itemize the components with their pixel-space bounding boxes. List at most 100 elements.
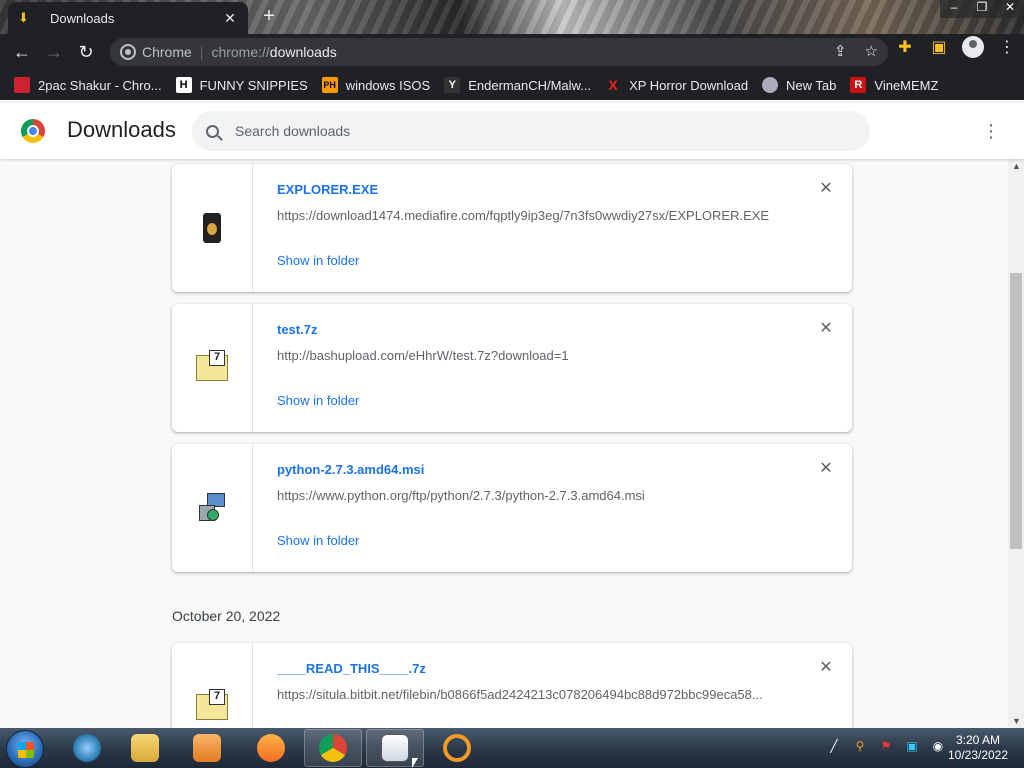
reload-button[interactable]: ↻ (70, 36, 102, 68)
address-separator: | (199, 44, 204, 60)
profile-avatar[interactable] (962, 36, 984, 58)
taskbar-search[interactable] (428, 729, 486, 767)
taskbar-media-player[interactable] (178, 729, 236, 767)
search-icon (206, 124, 219, 138)
back-button[interactable]: ← (6, 36, 38, 68)
file-url[interactable]: https://www.python.org/ftp/python/2.7.3/… (277, 488, 777, 503)
file-icon-column (172, 304, 253, 432)
bookmark-label: FUNNY SNIPPIES (199, 77, 308, 93)
globe-icon (762, 77, 779, 93)
remove-icon[interactable]: ✕ (817, 460, 835, 478)
file-icon-column (172, 164, 253, 292)
file-url[interactable]: https://situla.bitbit.net/filebin/b0866f… (277, 687, 777, 702)
exe-file-icon (203, 213, 221, 243)
taskbar-uc-browser[interactable] (242, 729, 300, 767)
scroll-down-arrow-icon[interactable]: ▼ (1012, 716, 1021, 726)
mouse-cursor (412, 758, 418, 768)
scroll-up-arrow-icon[interactable]: ▲ (1012, 161, 1021, 171)
remove-icon[interactable]: ✕ (817, 659, 835, 677)
taskbar-internet-explorer[interactable] (58, 729, 116, 767)
chrome-menu-icon[interactable]: ⋮ (996, 37, 1018, 57)
file-name-link[interactable]: python-2.7.3.amd64.msi (277, 462, 424, 477)
more-options-icon[interactable]: ⋮ (982, 121, 1000, 141)
page-title: Downloads (67, 117, 176, 142)
taskbar-chrome[interactable] (304, 729, 362, 767)
start-button[interactable] (6, 730, 44, 768)
system-tray: ╱ ⚲ ⚑ ▣ ◉ (826, 738, 946, 754)
download-icon: ⬇ (18, 10, 29, 25)
search-tray-icon[interactable]: ⚲ (852, 738, 868, 754)
download-item: ____READ_THIS____.7z https://situla.bitb… (172, 643, 852, 728)
ph-logo-icon: PH (321, 77, 338, 93)
folder-icon (131, 734, 159, 762)
7z-archive-icon (196, 350, 228, 381)
chrome-page-icon (120, 44, 136, 60)
show-in-folder-link[interactable]: Show in folder (277, 393, 359, 408)
download-item: python-2.7.3.amd64.msi https://www.pytho… (172, 444, 852, 572)
bookmark-item[interactable]: New Tab (762, 77, 836, 93)
file-url[interactable]: http://bashupload.com/eHhrW/test.7z?down… (277, 348, 777, 363)
file-name-link[interactable]: EXPLORER.EXE (277, 182, 378, 197)
show-in-folder-link[interactable]: Show in folder (277, 533, 359, 548)
document-icon (381, 734, 409, 762)
search-box[interactable] (192, 111, 870, 151)
bookmark-item[interactable]: 2pac Shakur - Chro... (14, 77, 162, 93)
date-group-label: October 20, 2022 (172, 608, 281, 624)
forward-button[interactable]: → (38, 36, 70, 68)
extensions-icon[interactable]: ✚ (894, 37, 916, 57)
bookmark-label: 2pac Shakur - Chro... (38, 77, 162, 93)
file-name-link[interactable]: ____READ_THIS____.7z (277, 661, 426, 676)
bookmark-label: EndermanCH/Malw... (468, 77, 592, 93)
downloads-list: EXPLORER.EXE https://download1474.mediaf… (0, 159, 1008, 728)
bookmarks-bar: 2pac Shakur - Chro... H FUNNY SNIPPIES P… (0, 70, 1024, 100)
file-name-link[interactable]: test.7z (277, 322, 317, 337)
tab-downloads[interactable]: ⬇ Downloads ✕ (8, 2, 248, 34)
r-logo-icon: R (850, 77, 867, 93)
tab-title: Downloads (50, 10, 115, 26)
clock-time: 3:20 AM (955, 733, 1001, 747)
close-window-button[interactable]: ✕ (996, 0, 1024, 18)
x-logo-icon: X (608, 77, 618, 93)
bookmark-star-icon[interactable]: ☆ (865, 42, 878, 60)
new-tab-button[interactable]: + (258, 6, 280, 28)
msi-installer-icon (197, 493, 227, 523)
bookmark-item[interactable]: X XP Horror Download (605, 77, 748, 93)
show-in-folder-link[interactable]: Show in folder (277, 253, 359, 268)
search-input[interactable] (235, 123, 835, 139)
maximize-button[interactable]: ❐ (968, 0, 996, 18)
bookmark-item[interactable]: R VineMEMZ (850, 77, 938, 93)
monitor-icon[interactable]: ▣ (904, 738, 920, 754)
bookmark-item[interactable]: Y EndermanCH/Malw... (444, 77, 591, 93)
window-controls: – ❐ ✕ (940, 0, 1024, 18)
share-icon[interactable]: ⇪ (834, 42, 847, 60)
flag-icon[interactable]: ⚑ (878, 738, 894, 754)
address-bar[interactable]: Chrome | chrome:// downloads ⇪ ☆ (110, 38, 888, 66)
taskbar-file-explorer[interactable] (116, 729, 174, 767)
bookmark-label: New Tab (786, 77, 837, 93)
speaker-icon[interactable]: ◉ (930, 738, 946, 754)
bookmark-favicon-icon (14, 77, 30, 93)
address-scheme: chrome:// (211, 44, 270, 60)
remove-icon[interactable]: ✕ (817, 320, 835, 338)
chrome-logo-icon (21, 119, 45, 143)
download-item: EXPLORER.EXE https://download1474.mediaf… (172, 164, 852, 292)
remove-icon[interactable]: ✕ (817, 180, 835, 198)
scrollbar[interactable]: ▲ ▼ (1008, 159, 1024, 728)
close-tab-icon[interactable]: ✕ (222, 10, 238, 27)
uc-browser-icon (257, 734, 285, 762)
minimize-button[interactable]: – (940, 0, 968, 18)
clock[interactable]: 3:20 AM 10/23/2022 (946, 733, 1010, 763)
pen-icon[interactable]: ╱ (826, 738, 842, 754)
file-url[interactable]: https://download1474.mediafire.com/fqptl… (277, 208, 777, 223)
downloads-header: Downloads ⋮ (0, 103, 1024, 159)
scrollbar-thumb[interactable] (1010, 273, 1022, 549)
bookmark-item[interactable]: H FUNNY SNIPPIES (175, 77, 308, 93)
7z-archive-icon (196, 689, 228, 720)
side-panel-icon[interactable]: ▣ (928, 37, 950, 57)
bookmark-item[interactable]: PH windows ISOS (321, 77, 430, 93)
address-label: Chrome (142, 44, 192, 60)
bookmark-label: VineMEMZ (874, 77, 939, 93)
taskbar: ╱ ⚲ ⚑ ▣ ◉ 3:20 AM 10/23/2022 (0, 728, 1024, 768)
media-player-icon (193, 734, 221, 762)
chrome-icon (319, 734, 347, 762)
